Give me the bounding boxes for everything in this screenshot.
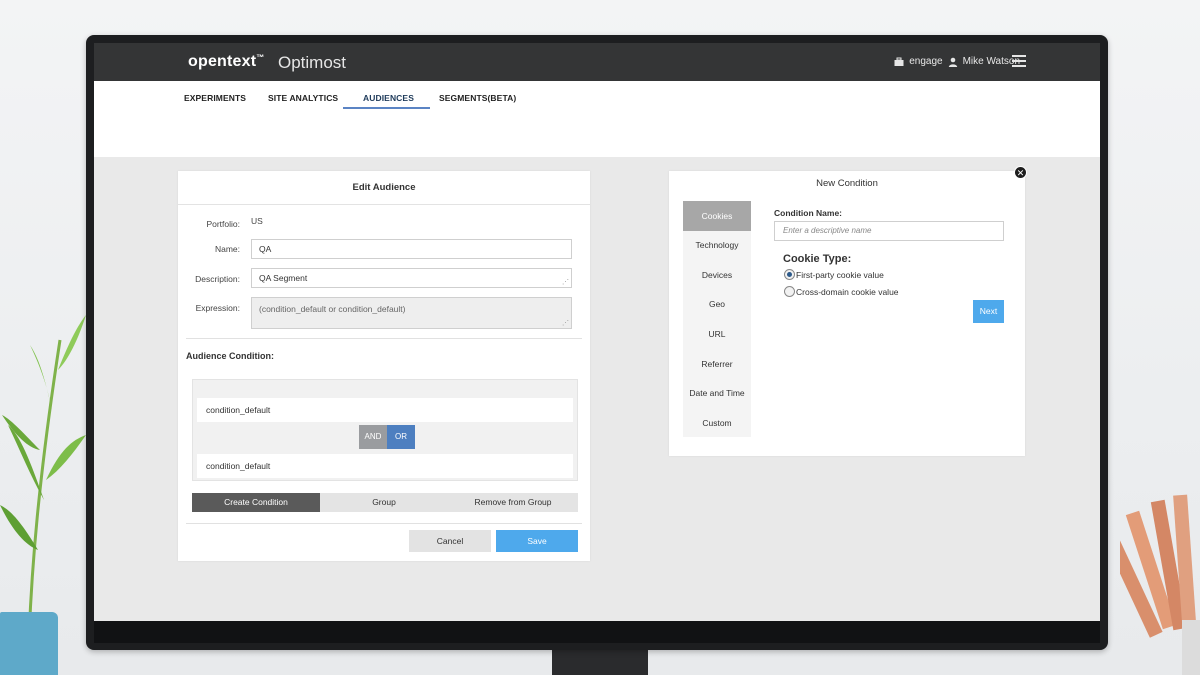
condition-group-box: condition_default AND OR condition_defau… bbox=[192, 379, 578, 481]
category-url[interactable]: URL bbox=[683, 319, 751, 349]
cookie-type-label: Cookie Type: bbox=[783, 253, 852, 265]
category-cookies[interactable]: Cookies bbox=[683, 201, 751, 231]
plant-decoration bbox=[0, 315, 86, 675]
next-button[interactable]: Next bbox=[973, 300, 1004, 323]
divider bbox=[186, 338, 582, 339]
category-date-and-time[interactable]: Date and Time bbox=[683, 378, 751, 408]
expression-value: (condition_default or condition_default) bbox=[259, 304, 406, 314]
category-geo[interactable]: Geo bbox=[683, 289, 751, 319]
radio-checked-icon[interactable] bbox=[784, 269, 795, 280]
remove-from-group-button[interactable]: Remove from Group bbox=[448, 493, 578, 512]
close-icon[interactable]: ✕ bbox=[1014, 166, 1027, 179]
tab-experiments[interactable]: EXPERIMENTS bbox=[184, 93, 246, 103]
name-input[interactable]: QA bbox=[251, 239, 572, 259]
name-label: Name: bbox=[214, 244, 240, 254]
category-devices[interactable]: Devices bbox=[683, 260, 751, 290]
category-custom[interactable]: Custom bbox=[683, 408, 751, 438]
cookie-option-label: First-party cookie value bbox=[796, 269, 884, 280]
condition-item[interactable]: condition_default bbox=[197, 454, 573, 478]
cookie-option-first-party[interactable]: First-party cookie value bbox=[784, 269, 884, 280]
condition-category-menu: Cookies Technology Devices Geo URL Refer… bbox=[683, 201, 751, 437]
expression-field: (condition_default or condition_default)… bbox=[251, 297, 572, 329]
user-area: engage Mike Watson bbox=[894, 56, 1020, 67]
audience-condition-label: Audience Condition: bbox=[186, 351, 274, 361]
workspace-link[interactable]: engage bbox=[909, 56, 942, 67]
product-name: Optimost bbox=[278, 53, 347, 72]
category-technology[interactable]: Technology bbox=[683, 230, 751, 260]
category-referrer[interactable]: Referrer bbox=[683, 349, 751, 379]
resize-handle-icon: ⋰ bbox=[562, 320, 569, 327]
save-button[interactable]: Save bbox=[496, 530, 578, 552]
cookie-option-label: Cross-domain cookie value bbox=[796, 286, 899, 297]
radio-unchecked-icon[interactable] bbox=[784, 286, 795, 297]
description-label: Description: bbox=[195, 274, 240, 284]
edit-audience-panel: Edit Audience Portfolio: US Name: QA Des… bbox=[178, 171, 590, 561]
divider bbox=[186, 523, 582, 524]
tab-site-analytics[interactable]: SITE ANALYTICS bbox=[268, 93, 338, 103]
user-icon bbox=[948, 57, 957, 67]
condition-item[interactable]: condition_default bbox=[197, 398, 573, 422]
monitor-bezel bbox=[94, 621, 1100, 643]
app-header: opentext™ Optimost engage Mike Watson bbox=[94, 43, 1100, 81]
condition-name-input[interactable]: Enter a descriptive name bbox=[774, 221, 1004, 241]
description-input[interactable]: QA Segment ⋰ bbox=[251, 268, 572, 288]
create-condition-button[interactable]: Create Condition bbox=[192, 493, 320, 512]
description-value: QA Segment bbox=[259, 273, 308, 283]
cookie-option-cross-domain[interactable]: Cross-domain cookie value bbox=[784, 286, 899, 297]
portfolio-label: Portfolio: bbox=[206, 219, 240, 229]
portfolio-value: US bbox=[251, 216, 263, 226]
tab-audiences[interactable]: AUDIENCES bbox=[363, 93, 414, 103]
screen: opentext™ Optimost engage Mike Watson EX… bbox=[94, 43, 1100, 621]
new-condition-title: New Condition bbox=[816, 178, 878, 189]
cancel-button[interactable]: Cancel bbox=[409, 530, 491, 552]
resize-handle-icon[interactable]: ⋰ bbox=[562, 279, 569, 286]
pencil-cup-decoration bbox=[1120, 494, 1200, 675]
briefcase-icon bbox=[894, 57, 904, 66]
group-button[interactable]: Group bbox=[320, 493, 448, 512]
monitor-stand bbox=[552, 648, 648, 675]
and-button[interactable]: AND bbox=[359, 425, 387, 449]
expression-label: Expression: bbox=[195, 303, 240, 313]
logo-trademark: ™ bbox=[256, 53, 265, 62]
opentext-logo[interactable]: opentext™ bbox=[188, 53, 264, 71]
condition-actions: Create Condition Group Remove from Group bbox=[192, 493, 578, 512]
logic-toggle: AND OR bbox=[359, 425, 415, 449]
edit-audience-title: Edit Audience bbox=[178, 171, 590, 205]
tab-segments[interactable]: SEGMENTS(BETA) bbox=[439, 93, 516, 103]
hamburger-menu-icon[interactable] bbox=[1012, 55, 1026, 67]
new-condition-panel: New Condition Cookies Technology Devices… bbox=[669, 171, 1025, 456]
monitor: opentext™ Optimost engage Mike Watson EX… bbox=[86, 35, 1108, 650]
plant-pot bbox=[0, 612, 58, 675]
main-nav: EXPERIMENTS SITE ANALYTICS AUDIENCES SEG… bbox=[94, 81, 1100, 157]
active-tab-indicator bbox=[343, 107, 430, 109]
condition-name-label: Condition Name: bbox=[774, 208, 842, 218]
logo-text: opentext bbox=[188, 53, 257, 70]
or-button[interactable]: OR bbox=[387, 425, 415, 449]
